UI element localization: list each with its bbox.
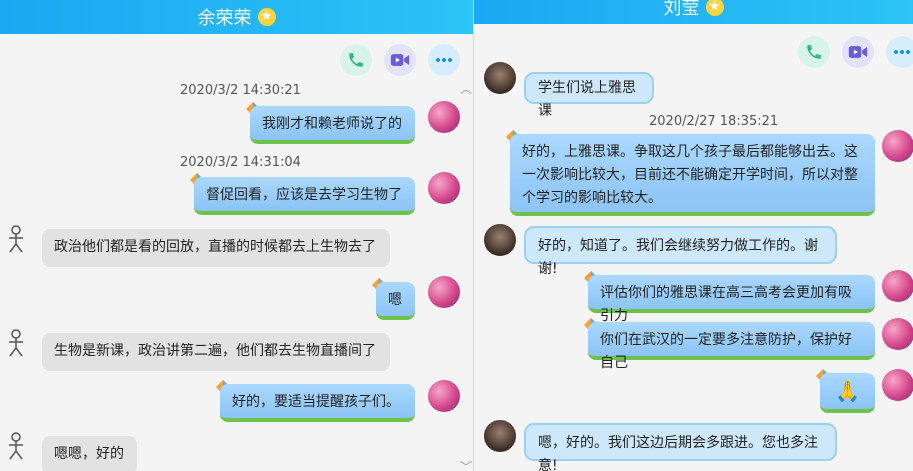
- video-call-button[interactable]: [384, 44, 416, 76]
- my-avatar[interactable]: [428, 380, 460, 412]
- voice-call-button[interactable]: [798, 36, 830, 68]
- more-options-button[interactable]: [886, 36, 913, 68]
- video-icon: [848, 46, 868, 58]
- stick-figure-icon[interactable]: [5, 224, 27, 254]
- title-bar: 余荣荣 ★: [0, 0, 473, 34]
- message-outgoing: 🙏: [820, 373, 875, 413]
- chat-toolbar: [340, 44, 460, 78]
- video-icon: [390, 54, 410, 66]
- my-avatar[interactable]: [882, 318, 913, 350]
- title-bar: 刘莹 ★: [474, 0, 913, 24]
- timestamp: 2020/3/2 14:31:04: [180, 155, 301, 170]
- contact-avatar[interactable]: [484, 420, 516, 452]
- chat-toolbar: [798, 36, 913, 70]
- contact-avatar[interactable]: [484, 62, 516, 94]
- timestamp: 2020/3/2 14:30:21: [180, 83, 301, 98]
- phone-icon: [807, 45, 821, 59]
- star-icon: ★: [705, 0, 724, 16]
- message-incoming: 好的，知道了。我们会继续努力做工作的。谢谢!: [524, 226, 837, 277]
- contact-avatar[interactable]: [484, 224, 516, 256]
- more-icon: [436, 58, 452, 62]
- message-outgoing: 评估你们的雅思课在高三高考会更加有吸引力: [588, 275, 875, 324]
- stick-figure-icon[interactable]: [5, 328, 27, 358]
- message-incoming: 学生们说上雅思课: [524, 72, 654, 119]
- message-incoming: 生物是新课，政治讲第二遍，他们都去生物直播间了: [42, 333, 390, 371]
- my-avatar[interactable]: [428, 172, 460, 204]
- more-icon: [894, 50, 910, 54]
- chat-window-left: 余荣荣 ★ ︿ ﹀ 2020/3/2 14:30:21 我刚才和赖老师说了的 2…: [0, 0, 473, 471]
- message-outgoing: 督促回看，应该是去学习生物了: [194, 177, 415, 215]
- scroll-up-icon[interactable]: ︿: [460, 80, 472, 97]
- my-avatar[interactable]: [882, 130, 913, 162]
- star-icon: ★: [257, 8, 276, 26]
- scroll-down-icon[interactable]: ﹀: [460, 458, 472, 471]
- message-incoming: 嗯嗯，好的: [42, 436, 137, 471]
- my-avatar[interactable]: [882, 270, 913, 302]
- video-call-button[interactable]: [842, 36, 874, 68]
- stick-figure-icon[interactable]: [5, 431, 27, 461]
- message-outgoing: 我刚才和赖老师说了的: [250, 106, 415, 144]
- contact-name: 刘莹: [663, 0, 700, 19]
- voice-call-button[interactable]: [340, 44, 372, 76]
- message-outgoing: 好的，上雅思课。争取这几个孩子最后都能够出去。这一次影响比较大，目前还不能确定开…: [510, 134, 875, 216]
- phone-icon: [349, 53, 363, 67]
- my-avatar[interactable]: [882, 369, 913, 401]
- contact-name: 余荣荣: [197, 8, 252, 29]
- chat-window-right: 刘莹 ★ 学生们说上雅思课 2020/2/27 18:35:21 好的，上雅思课…: [474, 0, 913, 471]
- timestamp: 2020/2/27 18:35:21: [649, 114, 779, 129]
- message-incoming: 政治他们都是看的回放，直播的时候都去上生物去了: [42, 229, 390, 267]
- message-incoming: 嗯，好的。我们这边后期会多跟进。您也多注意!: [524, 423, 837, 471]
- more-options-button[interactable]: [428, 44, 460, 76]
- message-outgoing: 你们在武汉的一定要多注意防护，保护好自己: [588, 322, 875, 371]
- my-avatar[interactable]: [428, 276, 460, 308]
- message-outgoing: 好的，要适当提醒孩子们。: [220, 384, 415, 422]
- message-outgoing: 嗯: [376, 282, 415, 320]
- my-avatar[interactable]: [428, 101, 460, 133]
